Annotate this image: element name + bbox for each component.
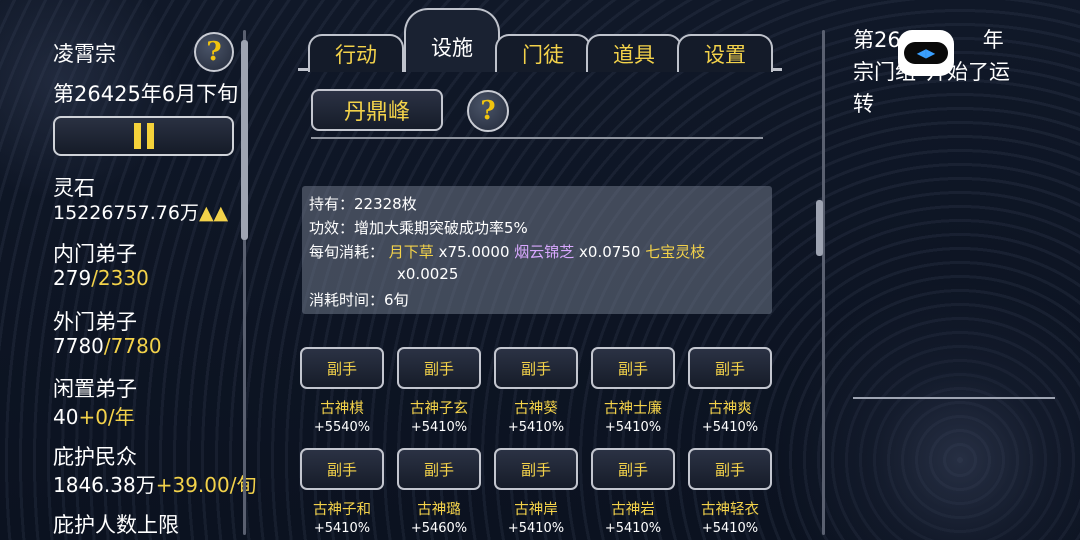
assistant-slot: 副手古神爽 +5410% (688, 347, 772, 435)
assistant-button[interactable]: 副手 (494, 448, 578, 490)
help-button[interactable]: ? (194, 32, 234, 72)
status-sidebar: 凌霄宗 ? 第26425年6月下旬 灵石 15226757.76万▲▲ 内门弟子… (0, 0, 256, 540)
assistant-bonus: +5410% (507, 521, 565, 536)
game-date: 第26425年6月下旬 (53, 82, 239, 106)
stat-value-outer-disciples: 7780/7780 (53, 334, 162, 358)
stat-value-idle-disciples: 40+0/年 (53, 405, 135, 429)
facility-selector-button[interactable]: 丹鼎峰 (311, 89, 443, 131)
assistant-slot: 副手古神轻衣 +5410% (688, 448, 772, 536)
assistant-name: 古神棋 (320, 401, 364, 417)
assistant-slot: 副手古神葵 +5410% (494, 347, 578, 435)
assistant-button[interactable]: 副手 (591, 347, 675, 389)
assistant-button[interactable]: 副手 (397, 448, 481, 490)
assistant-slot: 副手古神棋 +5540% (300, 347, 384, 435)
floating-controller-icon[interactable]: ◀▶ (898, 30, 954, 76)
assistant-button[interactable]: 副手 (591, 448, 675, 490)
log-line: 转 (853, 92, 874, 116)
assistant-button[interactable]: 副手 (300, 347, 384, 389)
stat-label-protected-people: 庇护民众 (53, 445, 137, 469)
assistant-slot: 副手古神璐 +5460% (397, 448, 481, 536)
assistant-slot: 副手古神岸 +5410% (494, 448, 578, 536)
assistant-slot: 副手古神子和 +5410% (300, 448, 384, 536)
assistant-slot: 副手古神子玄 +5410% (397, 347, 481, 435)
herb-qibaolingzhi: 七宝灵枝 (645, 243, 706, 261)
pause-icon (133, 123, 141, 149)
stat-label-protection-cap: 庇护人数上限 (53, 513, 179, 537)
stat-value-spirit-stone: 15226757.76万▲▲ (53, 202, 229, 224)
assistant-button[interactable]: 副手 (688, 347, 772, 389)
assistant-bonus: +5410% (313, 521, 371, 536)
assistant-name: 古神子玄 (410, 401, 468, 417)
item-info-panel: 持有：22328枚 功效：增加大乘期突破成功率5% 每旬消耗： 月下草 x75.… (302, 186, 772, 314)
assistant-bonus: +5410% (701, 420, 759, 435)
duration-text: 消耗时间：6旬 (309, 291, 409, 309)
assistant-slot: 副手古神岩 +5410% (591, 448, 675, 536)
assistant-name: 古神岩 (611, 502, 655, 518)
assistant-button[interactable]: 副手 (494, 347, 578, 389)
tab-facility[interactable]: 设施 (404, 8, 500, 72)
stat-label-inner-disciples: 内门弟子 (53, 242, 137, 266)
effect-text: 功效：增加大乘期突破成功率5% (309, 219, 528, 237)
log-scroll-thumb[interactable] (816, 200, 823, 256)
assistant-slot: 副手古神士廉 +5410% (591, 347, 675, 435)
assistant-bonus: +5540% (313, 420, 371, 435)
stat-label-idle-disciples: 闲置弟子 (53, 377, 137, 401)
assistant-bonus: +5410% (507, 420, 565, 435)
sidebar-scroll-thumb[interactable] (241, 40, 248, 240)
stat-value-inner-disciples: 279/2330 (53, 266, 149, 290)
assistant-name: 古神岸 (514, 502, 558, 518)
pause-button[interactable] (53, 116, 234, 156)
assistant-bonus: +5410% (410, 420, 468, 435)
assistant-button[interactable]: 副手 (300, 448, 384, 490)
tab-action[interactable]: 行动 (308, 34, 404, 72)
assistant-name: 古神士廉 (604, 401, 662, 417)
herb-yanyunjinzhi: 烟云锦芝 (514, 243, 575, 261)
assistant-bonus: +5410% (701, 521, 759, 536)
assistant-button[interactable]: 副手 (688, 448, 772, 490)
tab-disciples[interactable]: 门徒 (495, 34, 591, 72)
assistant-bonus: +5460% (410, 521, 468, 536)
assistant-button[interactable]: 副手 (397, 347, 481, 389)
pause-icon (146, 123, 154, 149)
trend-up-icon: ▲▲ (198, 202, 229, 224)
facility-divider (311, 137, 763, 139)
log-scrollbar[interactable] (822, 30, 825, 535)
assistant-name: 古神璐 (417, 502, 461, 518)
assistant-name: 古神葵 (514, 401, 558, 417)
herb-yuexiacao: 月下草 (388, 243, 434, 261)
controller-icon: ◀▶ (904, 42, 948, 64)
facility-help-button[interactable]: ? (467, 90, 509, 132)
log-divider (853, 397, 1055, 399)
tab-items[interactable]: 道具 (586, 34, 682, 72)
tab-settings[interactable]: 设置 (677, 34, 773, 72)
assistant-name: 古神爽 (708, 401, 752, 417)
assistant-name: 古神轻衣 (701, 502, 759, 518)
assistant-bonus: +5410% (604, 521, 662, 536)
holding-text: 持有：22328枚 (309, 195, 417, 213)
assistant-bonus: +5410% (604, 420, 662, 435)
cost-line: 每旬消耗： 月下草 x75.0000 烟云锦芝 x0.0750 七宝灵枝 (309, 243, 706, 261)
assistant-name: 古神子和 (313, 502, 371, 518)
stat-value-protected-people: 1846.38万+39.00/旬 (53, 473, 257, 497)
sect-name: 凌霄宗 (53, 42, 116, 66)
cost-line-continued: x0.0025 (397, 265, 459, 283)
stat-label-outer-disciples: 外门弟子 (53, 310, 137, 334)
